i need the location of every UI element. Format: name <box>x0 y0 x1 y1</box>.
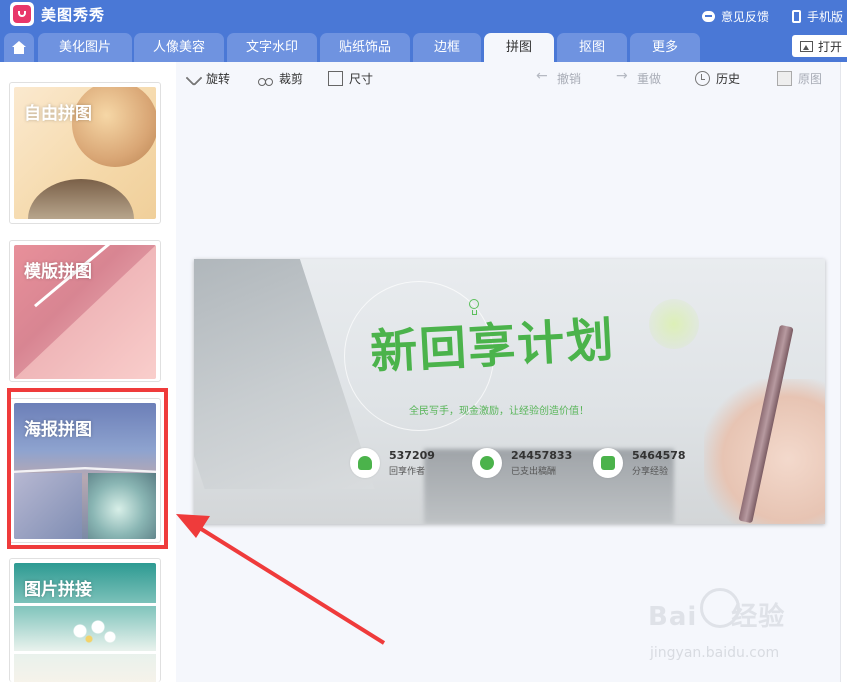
tab-home[interactable] <box>4 33 34 62</box>
stat-shared: 5464578 分享经验 <box>593 446 686 480</box>
feedback-label: 意见反馈 <box>720 9 769 24</box>
stat-value: 5464578 <box>632 449 686 462</box>
book-icon <box>593 448 623 478</box>
watermark-suffix: 经验 <box>731 602 786 632</box>
tab-frames[interactable]: 边框 <box>413 33 481 62</box>
original-image-icon <box>777 70 792 86</box>
original-button[interactable]: 原图 <box>777 69 822 87</box>
scissors-icon <box>258 71 273 86</box>
original-label: 原图 <box>798 71 823 86</box>
stat-value: 537209 <box>389 449 435 462</box>
redo-arrow-icon <box>616 68 631 86</box>
poster-subtitle: 全民写手，现金激励，让经验创造价值！ <box>409 406 589 417</box>
free-collage-card[interactable]: 自由拼图 <box>9 82 161 224</box>
mobile-version-button[interactable]: 手机版 <box>791 0 843 32</box>
size-button[interactable]: 尺寸 <box>328 69 373 87</box>
stat-label: 分享经验 <box>632 467 669 477</box>
open-button[interactable]: 打开 <box>792 35 847 57</box>
image-stitch-card[interactable]: 图片拼接 <box>9 558 161 682</box>
right-panel-edge <box>840 62 847 682</box>
stat-value: 24457833 <box>511 449 573 462</box>
size-label: 尺寸 <box>349 71 374 86</box>
crop-label: 裁剪 <box>279 71 304 86</box>
red-arrow-icon <box>176 514 386 645</box>
rotate-icon <box>185 69 203 87</box>
crop-button[interactable]: 裁剪 <box>258 69 303 87</box>
app-logo-icon <box>10 2 34 26</box>
watermark-brand: Bai 经验 <box>648 596 785 633</box>
tab-collage[interactable]: 拼图 <box>484 33 554 62</box>
history-button[interactable]: 历史 <box>695 69 740 87</box>
undo-label: 撤销 <box>557 71 582 86</box>
redo-label: 重做 <box>637 71 662 86</box>
chat-icon <box>701 10 715 22</box>
stat-payout: 24457833 已支出稿酬 <box>472 446 572 480</box>
main-tab-bar: 美化图片 人像美容 文字水印 贴纸饰品 边框 拼图 抠图 更多 <box>0 32 847 62</box>
undo-arrow-icon <box>536 68 551 86</box>
clock-icon <box>695 70 710 86</box>
size-icon <box>328 70 343 86</box>
highlight-box <box>7 388 168 549</box>
redo-button[interactable]: 重做 <box>616 68 662 87</box>
poster-title: 新回享计划 <box>368 312 617 381</box>
stat-label: 回享作者 <box>389 467 426 477</box>
image-stitch-label: 图片拼接 <box>24 580 92 600</box>
stat-label: 已支出稿酬 <box>511 467 557 477</box>
open-label: 打开 <box>818 39 843 54</box>
rotate-label: 旋转 <box>206 71 231 86</box>
tab-more[interactable]: 更多 <box>630 33 700 62</box>
rotate-button[interactable]: 旋转 <box>185 69 231 87</box>
template-collage-label: 模版拼图 <box>24 262 92 282</box>
feedback-button[interactable]: 意见反馈 <box>701 0 769 32</box>
tab-cutout[interactable]: 抠图 <box>557 33 627 62</box>
tab-stickers[interactable]: 贴纸饰品 <box>320 33 410 62</box>
tab-portrait[interactable]: 人像美容 <box>134 33 224 62</box>
phone-icon <box>791 9 801 23</box>
image-icon <box>800 40 813 52</box>
watermark-brand-text: Bai <box>648 602 698 632</box>
title-bar: 美图秀秀 意见反馈 手机版 <box>0 0 847 32</box>
free-collage-label: 自由拼图 <box>24 104 92 124</box>
poster-canvas[interactable]: 新回享计划 全民写手，现金激励，让经验创造价值！ 537209 回享作者 244… <box>194 259 825 524</box>
person-icon <box>350 448 380 478</box>
collage-mode-sidebar: 自由拼图 模版拼图 海报拼图 图片拼接 <box>0 62 172 682</box>
history-label: 历史 <box>716 71 741 86</box>
mobile-label: 手机版 <box>806 9 843 24</box>
home-icon <box>12 41 26 54</box>
tab-beautify[interactable]: 美化图片 <box>38 33 132 62</box>
edit-toolbar: 旋转 裁剪 尺寸 撤销 重做 历史 原图 <box>176 62 840 94</box>
tab-text-watermark[interactable]: 文字水印 <box>227 33 317 62</box>
app-title: 美图秀秀 <box>41 6 106 24</box>
money-bag-icon <box>472 448 502 478</box>
undo-button[interactable]: 撤销 <box>536 68 582 87</box>
stat-authors: 537209 回享作者 <box>350 446 435 480</box>
template-collage-card[interactable]: 模版拼图 <box>9 240 161 382</box>
watermark-url: jingyan.baidu.com <box>650 645 780 661</box>
